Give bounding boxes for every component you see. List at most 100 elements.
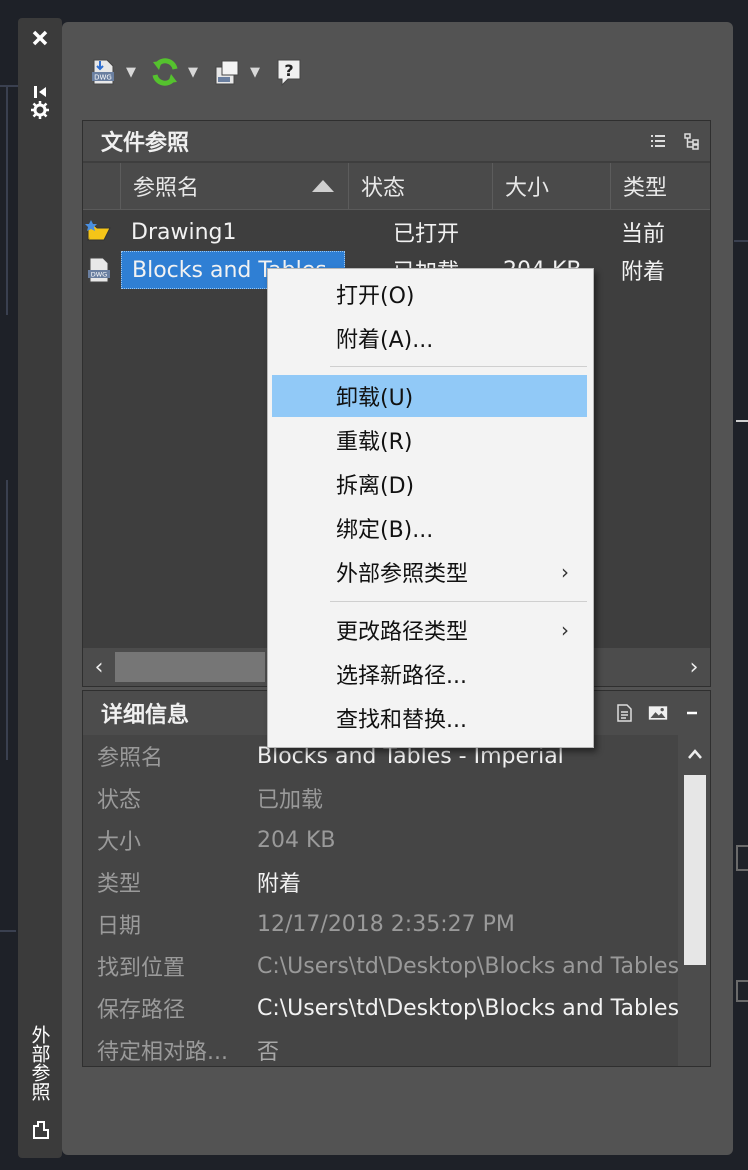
column-label: 参照名 [133,176,200,201]
menu-label: 绑定(B)... [336,518,434,543]
detail-label: 待定相对路... [97,1040,228,1065]
svg-text:DWG: DWG [94,74,112,82]
properties-gear-icon[interactable] [24,96,56,124]
menu-label: 卸载(U) [336,386,414,411]
detail-row: 找到位置 C:\Users\td\Desktop\Blocks and Tabl… [83,945,680,987]
column-label: 类型 [623,176,668,201]
menu-label: 重载(R) [336,430,413,455]
change-path-icon [210,55,244,89]
chevron-down-icon[interactable]: ▼ [248,65,262,80]
detail-row[interactable]: 保存路径 C:\Users\td\Desktop\Blocks and Tabl… [83,987,679,1029]
detail-value: C:\Users\td\Desktop\Blocks and Tables [257,953,680,979]
menu-item-bind[interactable]: 绑定(B)... [272,507,587,549]
column-size[interactable]: 大小 [493,163,611,209]
detail-label: 找到位置 [97,956,186,981]
menu-item-change-path-type[interactable]: 更改路径类型 › [272,609,587,651]
preview-image-icon[interactable] [648,703,668,723]
scroll-left-icon[interactable]: ‹ [87,654,111,680]
refresh-button[interactable]: ▼ [148,54,200,90]
details-view-icon[interactable] [614,703,634,723]
column-headers: 参照名 状态 大小 类型 [83,163,710,210]
panel-title: 文件参照 [101,131,190,156]
attach-dwg-button[interactable]: DWG ▼ [86,54,138,90]
detail-row: 待定相对路... 否 [83,1029,678,1071]
menu-label: 拆离(D) [336,474,415,499]
column-label: 状态 [361,176,406,201]
cad-line [0,85,18,87]
tree-view-icon[interactable] [682,131,702,151]
column-reference-name[interactable]: 参照名 [121,163,349,209]
chevron-down-icon[interactable]: ▼ [124,65,138,80]
cad-line [736,980,748,1002]
menu-item-attach[interactable]: 附着(A)... [272,317,587,359]
vertical-scrollbar[interactable] [678,735,710,1066]
dwg-file-icon: DWG [85,251,117,289]
cad-line [0,930,16,932]
table-row[interactable]: Drawing1 已打开 当前 [83,213,710,251]
menu-item-unload[interactable]: 卸载(U) [272,375,587,417]
column-type[interactable]: 类型 [611,163,710,209]
help-button[interactable]: ? [272,54,306,90]
menu-item-xref-type[interactable]: 外部参照类型 › [272,551,587,593]
submenu-arrow-icon: › [561,618,569,642]
menu-item-select-new-path[interactable]: 选择新路径... [272,653,587,695]
menu-item-open[interactable]: 打开(O) [272,273,587,315]
reference-status: 已打开 [393,222,460,247]
refresh-icon [148,55,182,89]
scrollbar-thumb[interactable] [115,652,265,682]
close-icon[interactable] [24,24,56,52]
detail-value: 否 [257,1040,280,1065]
current-drawing-icon [85,213,117,251]
column-label: 大小 [505,176,550,201]
change-path-button[interactable]: ▼ [210,54,262,90]
submenu-arrow-icon: › [561,560,569,584]
collapse-panel-icon[interactable] [682,703,702,723]
reference-size [503,213,603,251]
svg-text:DWG: DWG [91,271,107,279]
menu-item-detach[interactable]: 拆离(D) [272,463,587,505]
attach-dwg-icon: DWG [86,55,120,89]
menu-label: 查找和替换... [336,708,467,733]
reference-type: 当前 [621,222,666,247]
reference-type: 附着 [621,260,666,285]
cad-line [734,240,748,242]
panel-title: 详细信息 [101,703,190,728]
detail-row: 日期 12/17/2018 2:35:27 PM [83,903,678,945]
menu-separator [330,601,587,602]
palette-toolbar: DWG ▼ ▼ ▼ ? [86,52,306,92]
detail-row: 状态 已加载 [83,777,678,819]
palette-menu-icon[interactable] [24,1116,56,1144]
menu-label: 附着(A)... [336,328,434,353]
detail-value[interactable]: C:\Users\td\Desktop\Blocks and Tables [257,996,679,1021]
detail-label: 大小 [97,830,142,855]
cad-line [6,85,8,315]
detail-value: 12/17/2018 2:35:27 PM [257,911,515,937]
details-property-list: 参照名 Blocks and Tables - Imperial 状态 已加载 … [83,735,680,1066]
palette-title-strip: 外部参照 [18,18,62,1158]
column-status[interactable]: 状态 [349,163,493,209]
list-view-icon[interactable] [648,131,668,151]
scroll-right-icon[interactable]: › [682,654,706,680]
detail-value: 附着 [257,872,302,897]
menu-item-reload[interactable]: 重载(R) [272,419,587,461]
reference-name: Drawing1 [131,219,237,245]
help-icon: ? [272,55,306,89]
svg-text:?: ? [284,61,293,80]
scrollbar-thumb[interactable] [684,775,706,965]
detail-value: 已加载 [257,788,324,813]
detail-label: 类型 [97,872,142,897]
reference-context-menu: 打开(O) 附着(A)... 卸载(U) 重载(R) 拆离(D) 绑定(B)..… [267,268,594,748]
detail-value: 204 KB [257,827,336,853]
detail-label: 保存路径 [97,998,186,1023]
menu-label: 外部参照类型 [336,562,469,587]
chevron-down-icon[interactable]: ▼ [186,65,200,80]
detail-row: 类型 附着 [83,861,678,903]
column-icon [83,163,121,209]
menu-item-find-replace[interactable]: 查找和替换... [272,697,587,739]
cad-line [736,845,748,871]
scroll-up-icon[interactable] [684,743,706,765]
cad-line [736,420,748,422]
sort-ascending-icon [312,180,334,192]
file-references-header: 文件参照 [83,121,710,161]
menu-separator [330,366,587,367]
